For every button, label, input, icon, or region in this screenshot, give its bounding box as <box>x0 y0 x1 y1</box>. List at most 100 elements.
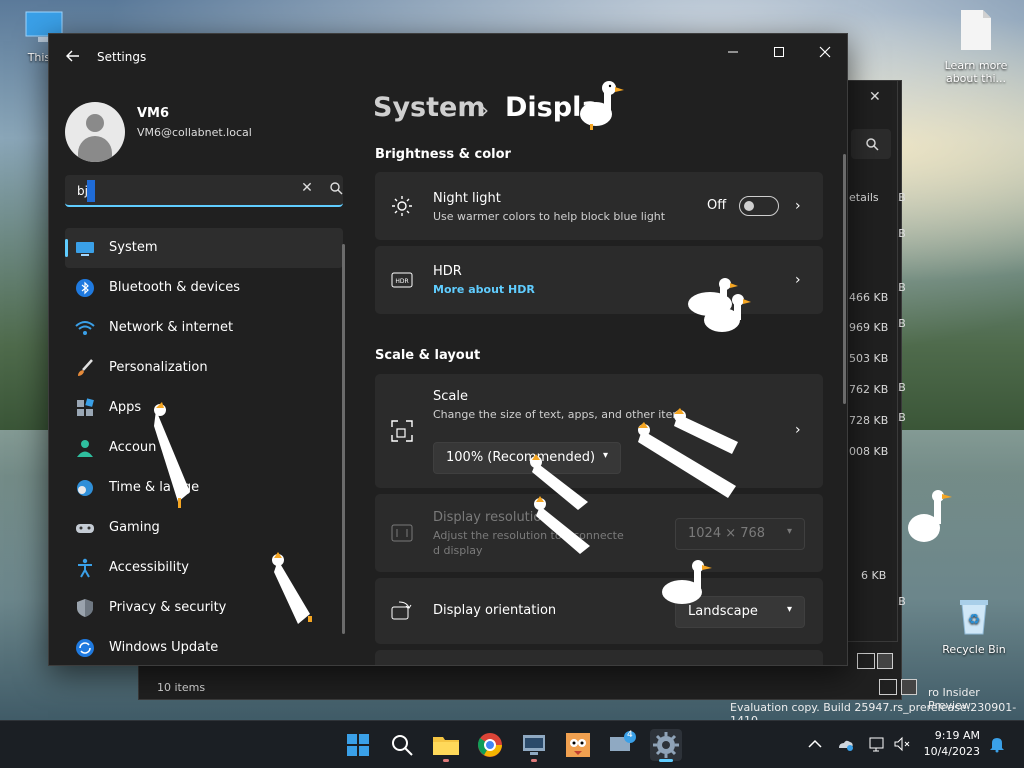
night-light-state: Off <box>707 198 727 213</box>
search-icon[interactable] <box>329 181 347 201</box>
avatar[interactable] <box>65 102 125 162</box>
settings-taskbar-button[interactable] <box>650 729 682 762</box>
svg-text:♻: ♻ <box>968 612 981 628</box>
title-bar[interactable]: Settings <box>49 34 847 82</box>
onedrive-icon[interactable] <box>836 735 854 753</box>
notification-app-button[interactable]: 4 <box>606 729 638 761</box>
content-scrollbar[interactable] <box>843 154 846 404</box>
night-light-toggle[interactable] <box>739 196 779 216</box>
sidebar-item-network[interactable]: Network & internet <box>65 308 343 348</box>
sync-icon <box>76 639 94 657</box>
goose-sprite <box>688 278 751 332</box>
sidebar-item-system[interactable]: System <box>65 228 343 268</box>
taskbar: 4 9:19 AM 10/4/2023 <box>0 720 1024 768</box>
close-icon[interactable]: ✕ <box>869 89 881 105</box>
sidebar-item-label: System <box>109 240 158 255</box>
night-light-desc: Use warmer colors to help block blue lig… <box>433 210 666 223</box>
tiles-view-icon[interactable] <box>877 653 893 669</box>
details-view-icon[interactable] <box>857 653 875 669</box>
orientation-icon <box>391 601 412 620</box>
desktop-icon-label: Recycle Bin <box>942 643 1006 656</box>
clear-icon[interactable]: ✕ <box>298 180 316 200</box>
network-monitor-icon[interactable] <box>868 735 886 753</box>
monitor-badge-icon <box>610 731 636 751</box>
explorer-search-box[interactable] <box>851 129 891 159</box>
maximize-button[interactable] <box>759 40 799 68</box>
back-arrow-icon[interactable] <box>63 48 83 68</box>
sidebar-item-label: Privacy & security <box>109 600 227 615</box>
bluetooth-icon <box>76 279 94 297</box>
desktop-icon-learn-more[interactable]: Learn more about thi... <box>936 8 1016 85</box>
settings-search-box[interactable]: ✕ <box>65 175 343 207</box>
taskbar-search-button[interactable] <box>386 729 418 761</box>
chevron-down-icon: ▾ <box>786 526 792 537</box>
tiles-view-icon[interactable] <box>901 679 917 695</box>
volume-muted-icon[interactable] <box>893 735 911 753</box>
file-size: 008 KB <box>849 445 889 458</box>
sidebar-item-bluetooth[interactable]: Bluetooth & devices <box>65 268 343 308</box>
folder-icon <box>433 737 459 755</box>
file-size: 466 KB <box>849 291 889 304</box>
minimize-icon <box>728 51 738 53</box>
file-size: 6 KB <box>861 569 887 582</box>
night-light-row[interactable]: Night light Use warmer colors to help bl… <box>375 172 823 240</box>
sidebar-item-label: Personalization <box>109 360 208 375</box>
file-explorer-button[interactable] <box>430 729 462 762</box>
chevron-right-icon[interactable]: › <box>795 272 807 288</box>
search-input[interactable] <box>75 181 279 201</box>
breadcrumb-parent[interactable]: System <box>373 92 485 123</box>
sidebar-item-label: Windows Update <box>109 640 219 655</box>
search-icon <box>392 735 413 756</box>
goose-app-button[interactable] <box>562 729 594 761</box>
scale-icon <box>391 420 413 442</box>
sidebar-item-label: Accessibility <box>109 560 189 575</box>
sidebar-item-label: Network & internet <box>109 320 234 335</box>
chrome-button[interactable] <box>474 729 506 761</box>
chevron-right-icon[interactable]: › <box>795 422 807 438</box>
sidebar-scrollbar[interactable] <box>342 244 345 634</box>
goose-app-icon <box>566 733 590 757</box>
clock-time: 9:19 AM <box>934 729 980 742</box>
details-view-icon[interactable] <box>879 679 897 695</box>
avatar-head <box>86 114 104 132</box>
resolution-dropdown: 1024 × 768 ▾ <box>675 518 805 550</box>
sun-icon <box>392 196 412 216</box>
goose-sprite <box>272 552 312 624</box>
display-orientation-row[interactable]: Display orientation Landscape ▾ <box>375 578 823 644</box>
close-button[interactable] <box>805 40 845 68</box>
person-icon <box>77 440 93 457</box>
settings-window[interactable]: Settings VM6 VM6@collabnet.local ✕ Syste… <box>48 33 848 666</box>
active-indicator <box>659 759 673 762</box>
gamepad-icon <box>76 524 94 533</box>
file-size: 969 KB <box>849 321 889 334</box>
apps-grid-icon <box>77 398 94 416</box>
shield-icon <box>77 599 93 617</box>
desktop-icon-recycle-bin[interactable]: ♻ Recycle Bin <box>934 596 1014 656</box>
remote-desktop-button[interactable] <box>518 729 550 762</box>
goose-sprite <box>530 454 590 554</box>
sidebar-item-label: Gaming <box>109 520 160 535</box>
chevron-right-icon[interactable]: › <box>795 198 807 214</box>
start-button[interactable] <box>342 729 374 761</box>
svg-text:HDR: HDR <box>395 278 408 285</box>
app-badge-count: 4 <box>627 730 633 740</box>
goose-sprite <box>908 490 952 542</box>
chevron-down-icon: ▾ <box>786 604 792 615</box>
next-row[interactable] <box>375 650 823 665</box>
bell-icon[interactable] <box>988 735 1006 753</box>
orientation-title: Display orientation <box>433 603 557 618</box>
explorer-window-front[interactable]: ✕ etails 466 KB 969 KB 503 KB 762 KB 728… <box>846 80 898 669</box>
hdr-link[interactable]: More about HDR <box>433 283 535 296</box>
breadcrumb-separator: › <box>481 98 489 122</box>
avatar-body <box>78 136 112 162</box>
chevron-up-icon[interactable] <box>806 735 824 753</box>
resolution-desc-2: d display <box>433 544 483 557</box>
sidebar-item-personalization[interactable]: Personalization <box>65 348 343 388</box>
clock[interactable]: 9:19 AM 10/4/2023 <box>920 729 980 758</box>
details-pane-label[interactable]: etails <box>849 191 879 204</box>
profile-name: VM6 <box>137 106 170 121</box>
accessibility-icon <box>78 558 92 578</box>
section-heading-brightness: Brightness & color <box>375 147 511 162</box>
paintbrush-icon <box>78 359 93 376</box>
minimize-button[interactable] <box>713 40 753 68</box>
